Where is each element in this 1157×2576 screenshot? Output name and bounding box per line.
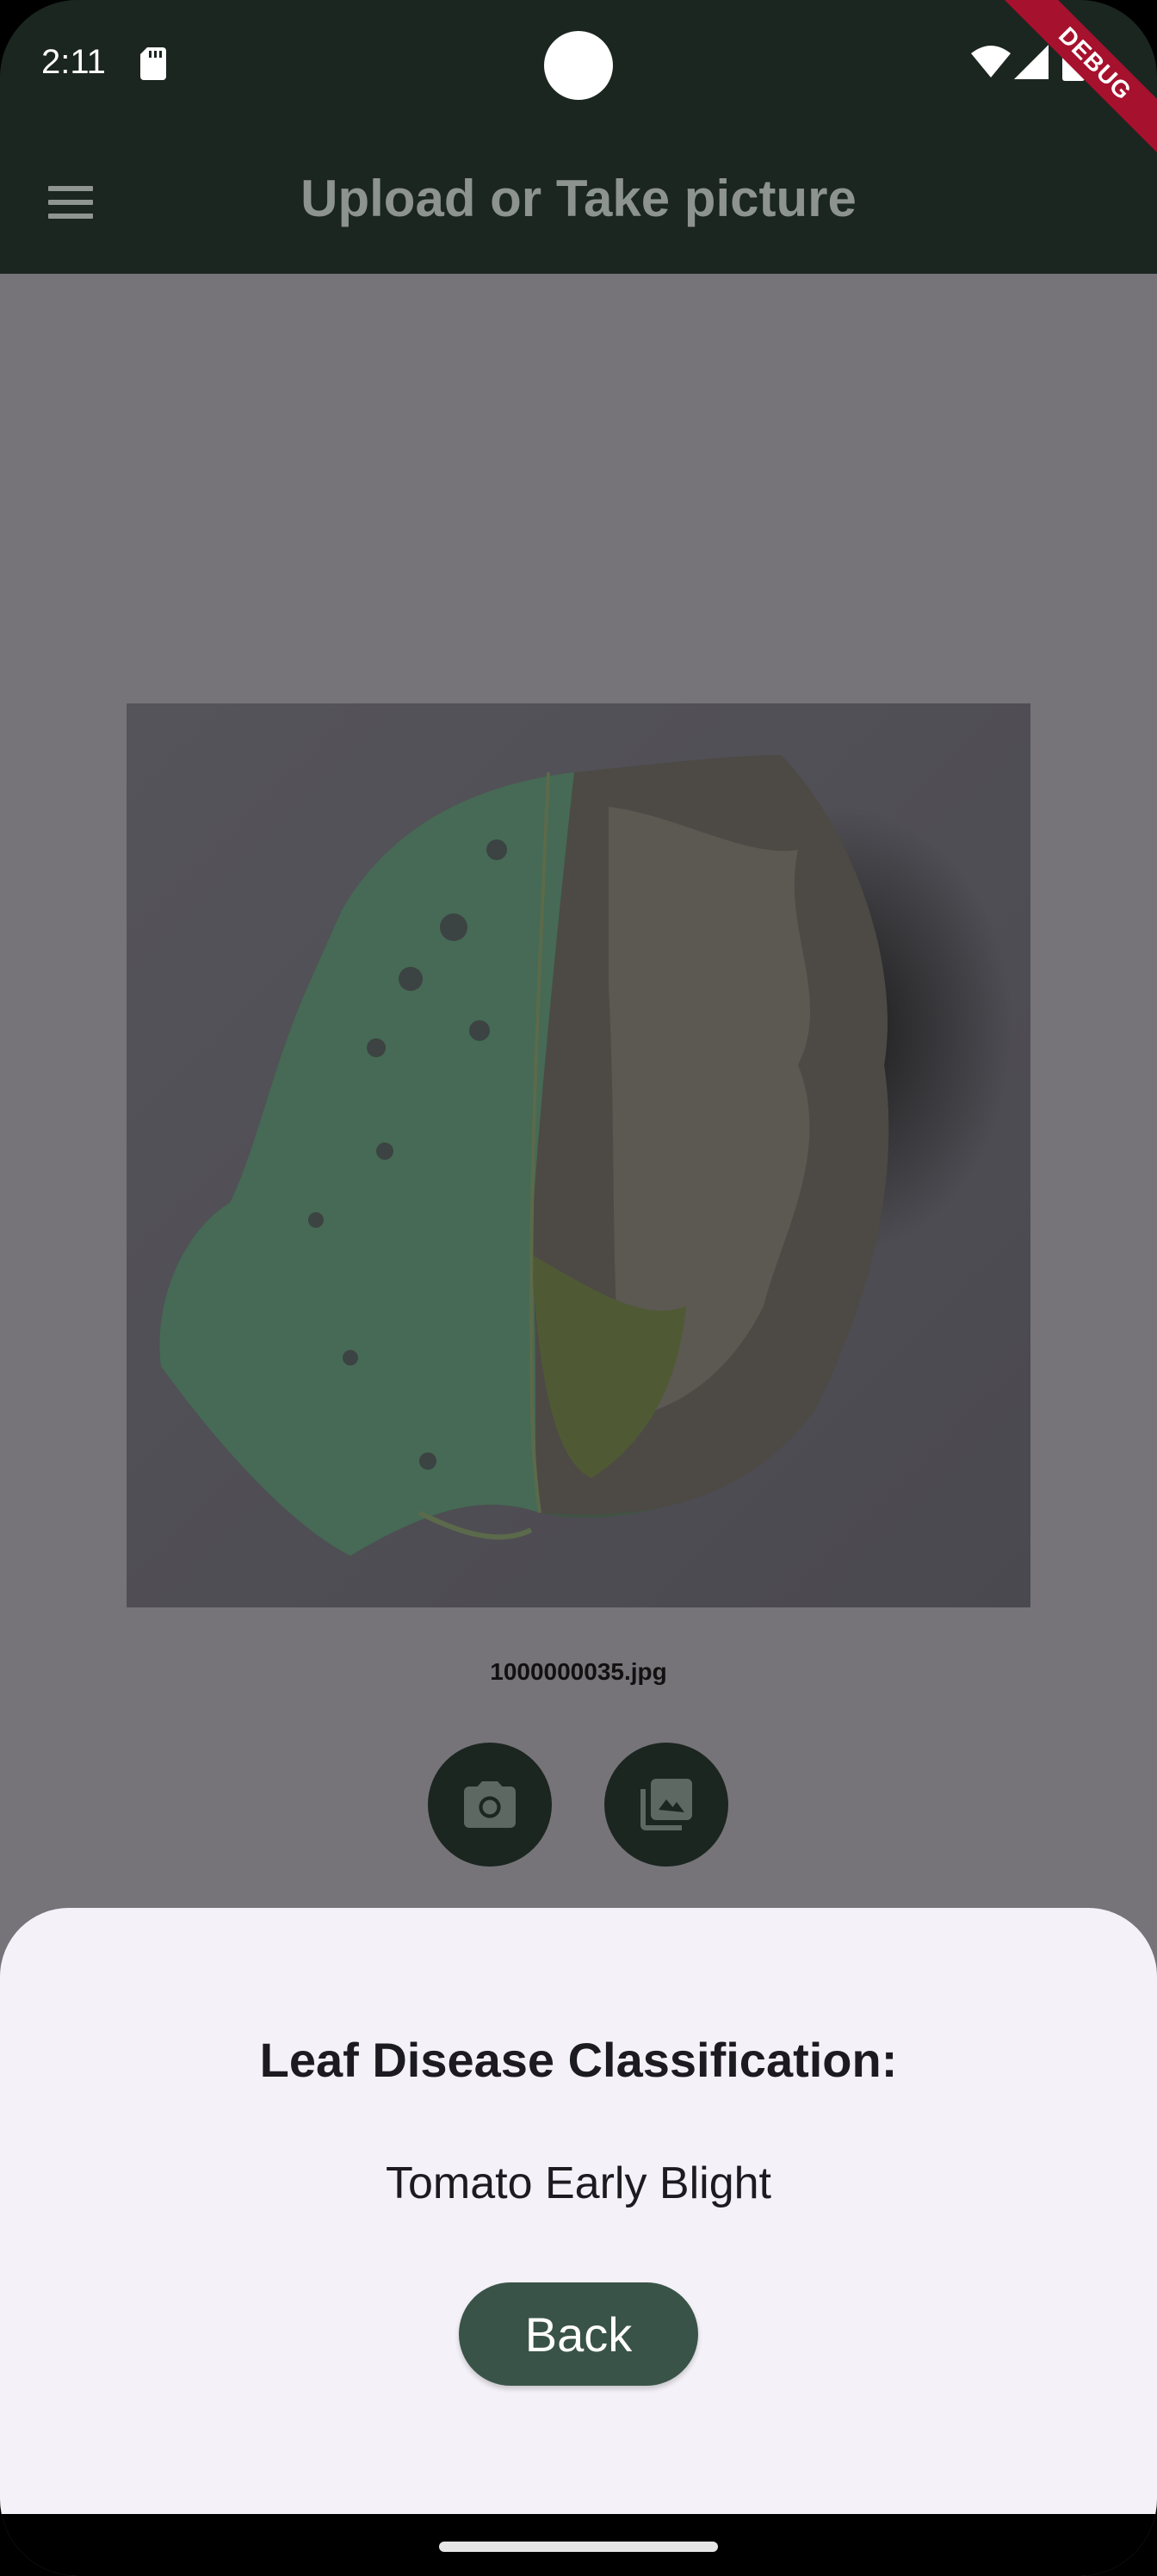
status-time: 2:11 xyxy=(41,43,106,81)
take-photo-button[interactable] xyxy=(428,1743,552,1867)
app-bar: Upload or Take picture xyxy=(0,131,1157,274)
leaf-illustration xyxy=(127,703,1030,1607)
home-indicator[interactable] xyxy=(439,2542,718,2552)
classification-result: Tomato Early Blight xyxy=(386,2158,771,2208)
image-filename: 1000000035.jpg xyxy=(490,1658,667,1685)
debug-banner: DEBUG xyxy=(990,0,1157,169)
sd-card-icon xyxy=(140,47,166,80)
page-title: Upload or Take picture xyxy=(300,170,857,227)
camera-icon xyxy=(464,1781,516,1828)
device-screen: 2:11 Upload or Take picture 1000000035.j… xyxy=(0,0,1157,2576)
leaf-photo xyxy=(127,703,1030,1607)
front-camera-cutout xyxy=(544,31,613,100)
photo-library-icon xyxy=(640,1779,692,1830)
system-navigation-bar xyxy=(0,2514,1157,2576)
pick-from-gallery-button[interactable] xyxy=(604,1743,728,1867)
debug-banner-wrap: DEBUG xyxy=(985,0,1157,172)
result-bottom-sheet: Leaf Disease Classification: Tomato Earl… xyxy=(0,1908,1157,2514)
status-bar: 2:11 xyxy=(0,0,1157,131)
back-button[interactable]: Back xyxy=(459,2282,698,2386)
classification-heading: Leaf Disease Classification: xyxy=(259,2033,898,2087)
